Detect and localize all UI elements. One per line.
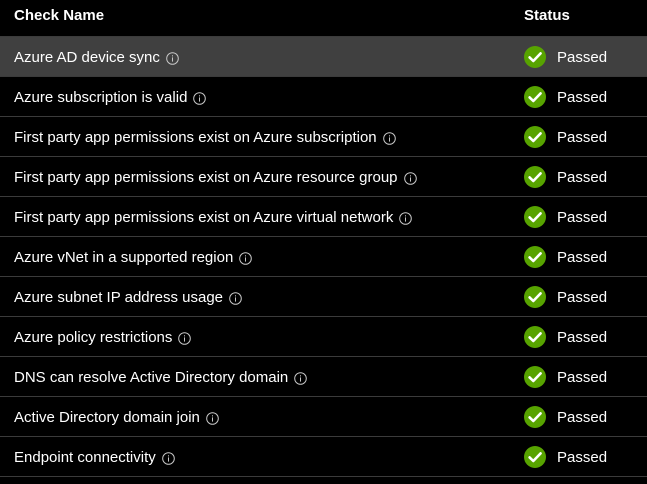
status-cell: Passed — [524, 77, 607, 117]
check-name-cell: Active Directory domain join — [14, 397, 219, 437]
check-circle-icon — [524, 406, 546, 428]
info-icon[interactable] — [294, 371, 308, 385]
status-cell: Passed — [524, 357, 607, 397]
status-cell: Passed — [524, 117, 607, 157]
status-cell: Passed — [524, 237, 607, 277]
info-icon[interactable] — [178, 331, 192, 345]
check-name-label: Azure vNet in a supported region — [14, 248, 234, 266]
check-name-label: Endpoint connectivity — [14, 448, 156, 466]
check-circle-icon — [524, 286, 546, 308]
check-name-cell: First party app permissions exist on Azu… — [14, 117, 396, 157]
check-name-cell: Azure policy restrictions — [14, 317, 192, 357]
status-label: Passed — [557, 448, 608, 466]
check-name-cell: Azure subnet IP address usage — [14, 277, 242, 317]
table-row[interactable]: First party app permissions exist on Azu… — [0, 117, 647, 157]
info-icon[interactable] — [193, 91, 207, 105]
check-name-cell: First party app permissions exist on Azu… — [14, 157, 417, 197]
check-circle-icon — [524, 366, 546, 388]
status-cell: Passed — [524, 197, 607, 237]
status-cell: Passed — [524, 37, 607, 77]
check-name-cell: Azure subscription is valid — [14, 77, 207, 117]
info-icon[interactable] — [161, 451, 175, 465]
info-icon[interactable] — [206, 411, 219, 425]
info-icon[interactable] — [403, 171, 417, 185]
column-header-check-name[interactable]: Check Name — [14, 7, 104, 24]
status-label: Passed — [557, 408, 608, 426]
status-label: Passed — [557, 288, 608, 306]
info-icon[interactable] — [166, 51, 179, 65]
check-name-cell: Azure vNet in a supported region — [14, 237, 253, 277]
check-circle-icon — [524, 126, 546, 148]
status-label: Passed — [557, 368, 608, 386]
status-cell: Passed — [524, 277, 607, 317]
column-header-status[interactable]: Status — [524, 7, 570, 24]
check-name-label: Azure subscription is valid — [14, 88, 188, 106]
status-label: Passed — [557, 248, 608, 266]
status-label: Passed — [557, 128, 608, 146]
status-cell: Passed — [524, 397, 607, 437]
check-circle-icon — [524, 326, 546, 348]
table-row[interactable]: DNS can resolve Active Directory domain … — [0, 357, 647, 397]
table-row[interactable]: Azure subnet IP address usage Passed — [0, 277, 647, 317]
table-body: Azure AD device sync Passed Azure subscr… — [0, 37, 647, 477]
check-name-cell: DNS can resolve Active Directory domain — [14, 357, 308, 397]
checks-table: Check Name Status Azure AD device sync P… — [0, 0, 647, 477]
info-icon[interactable] — [229, 291, 242, 305]
check-circle-icon — [524, 86, 546, 108]
check-name-label: Active Directory domain join — [14, 408, 200, 426]
check-name-label: DNS can resolve Active Directory domain — [14, 368, 289, 386]
check-name-label: First party app permissions exist on Azu… — [14, 168, 398, 186]
check-circle-icon — [524, 166, 546, 188]
table-header: Check Name Status — [0, 0, 647, 37]
check-name-label: First party app permissions exist on Azu… — [14, 128, 377, 146]
check-name-label: First party app permissions exist on Azu… — [14, 208, 394, 226]
check-circle-icon — [524, 46, 546, 68]
info-icon[interactable] — [399, 211, 413, 225]
status-label: Passed — [557, 48, 608, 66]
status-label: Passed — [557, 208, 608, 226]
status-label: Passed — [557, 88, 608, 106]
table-row[interactable]: Active Directory domain join Passed — [0, 397, 647, 437]
status-label: Passed — [557, 168, 608, 186]
status-cell: Passed — [524, 317, 607, 357]
check-name-label: Azure subnet IP address usage — [14, 288, 224, 306]
check-name-cell: Endpoint connectivity — [14, 437, 175, 477]
check-circle-icon — [524, 206, 546, 228]
check-name-label: Azure AD device sync — [14, 48, 160, 66]
info-icon[interactable] — [239, 251, 253, 265]
table-row[interactable]: Azure AD device sync Passed — [0, 37, 647, 77]
check-circle-icon — [524, 246, 546, 268]
status-cell: Passed — [524, 157, 607, 197]
status-label: Passed — [557, 328, 608, 346]
check-name-cell: First party app permissions exist on Azu… — [14, 197, 413, 237]
table-row[interactable]: First party app permissions exist on Azu… — [0, 157, 647, 197]
table-row[interactable]: Azure subscription is valid Passed — [0, 77, 647, 117]
status-cell: Passed — [524, 437, 607, 477]
check-name-label: Azure policy restrictions — [14, 328, 173, 346]
check-name-cell: Azure AD device sync — [14, 37, 179, 77]
check-circle-icon — [524, 446, 546, 468]
table-row[interactable]: Azure policy restrictions Passed — [0, 317, 647, 357]
table-row[interactable]: Azure vNet in a supported region Passed — [0, 237, 647, 277]
info-icon[interactable] — [382, 131, 396, 145]
table-row[interactable]: Endpoint connectivity Passed — [0, 437, 647, 477]
table-row[interactable]: First party app permissions exist on Azu… — [0, 197, 647, 237]
